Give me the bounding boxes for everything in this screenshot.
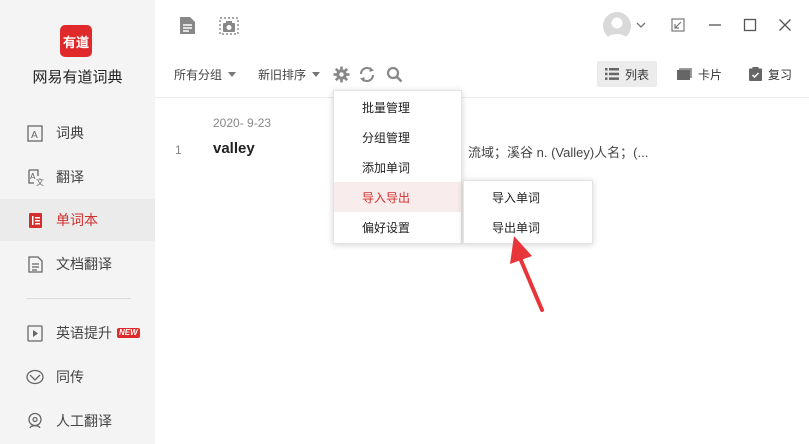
sidebar-item-label: 文档翻译 [56, 256, 112, 272]
svg-text:A: A [31, 130, 38, 141]
menu-item-import-words[interactable]: 导入单词 [464, 182, 592, 212]
sidebar-divider [26, 298, 131, 299]
screenshot-icon[interactable] [218, 14, 240, 36]
svg-text:文: 文 [36, 177, 44, 186]
card-view-button[interactable]: 卡片 [669, 61, 730, 87]
clipboard-check-icon [749, 67, 762, 81]
note-icon[interactable] [176, 14, 198, 36]
entry-definition: ；流域；溪谷 n. (Valley)人名；(... [455, 145, 649, 160]
menu-item-group-manage[interactable]: 分组管理 [334, 122, 461, 152]
translate-icon: A文 [26, 168, 44, 186]
maximize-icon[interactable] [740, 15, 760, 35]
group-select-value: 所有分组 [174, 68, 223, 82]
sort-select[interactable]: 新旧排序 [258, 66, 321, 83]
entry-date: 2020- 9-23 [213, 116, 272, 130]
user-avatar[interactable] [603, 12, 631, 40]
close-icon[interactable] [775, 15, 795, 35]
list-view-button[interactable]: 列表 [597, 61, 658, 87]
wordbook-icon [26, 211, 44, 229]
sidebar-item-human-translation[interactable]: 人工翻译 [0, 400, 155, 442]
sidebar-item-simultaneous[interactable]: 同传 [0, 356, 155, 398]
settings-menu: 批量管理 分组管理 添加单词 导入导出 偏好设置 [333, 90, 462, 244]
caret-down-icon [228, 72, 237, 77]
human-translation-icon [26, 412, 44, 430]
menu-item-preferences[interactable]: 偏好设置 [334, 212, 461, 242]
menu-item-batch-manage[interactable]: 批量管理 [334, 92, 461, 122]
sidebar-item-translate[interactable]: A文 翻译 [0, 156, 155, 198]
review-button[interactable]: 复习 [741, 61, 800, 87]
sidebar-item-label: 翻译 [56, 169, 84, 185]
sidebar-item-wordbook[interactable]: 单词本 [0, 199, 155, 241]
sidebar-item-label: 英语提升 [56, 325, 112, 341]
sort-select-value: 新旧排序 [258, 68, 307, 82]
review-label: 复习 [768, 67, 793, 82]
chevron-down-icon[interactable] [631, 15, 651, 35]
app-name: 网易有道词典 [32, 69, 123, 86]
sidebar-item-document-translate[interactable]: 文档翻译 [0, 243, 155, 285]
caret-down-icon [312, 72, 321, 77]
menu-item-add-word[interactable]: 添加单词 [334, 152, 461, 182]
app-logo: 有道 [60, 25, 92, 57]
sidebar: 有道 网易有道词典 A 词典 A文 翻译 单词本 文档翻译 英语提升 NEW 同… [0, 0, 155, 444]
mini-mode-icon[interactable] [668, 15, 688, 35]
sidebar-item-label: 同传 [56, 369, 84, 385]
minimize-icon[interactable] [705, 15, 725, 35]
sidebar-item-english-boost[interactable]: 英语提升 NEW [0, 312, 155, 354]
sidebar-item-label: 单词本 [56, 212, 98, 228]
card-icon [677, 68, 692, 80]
new-badge: NEW [117, 328, 140, 338]
list-icon [605, 68, 619, 80]
sidebar-item-label: 人工翻译 [56, 413, 112, 429]
dictionary-icon: A [26, 124, 44, 142]
sidebar-item-dictionary[interactable]: A 词典 [0, 112, 155, 154]
search-icon[interactable] [384, 64, 404, 84]
entry-index: 1 [175, 143, 182, 157]
sync-icon[interactable] [357, 64, 377, 84]
video-icon [26, 324, 44, 342]
list-view-label: 列表 [625, 67, 650, 82]
menu-item-import-export[interactable]: 导入导出 [334, 182, 461, 212]
card-view-label: 卡片 [698, 67, 723, 82]
gear-icon[interactable] [331, 64, 351, 84]
entry-word[interactable]: valley [213, 140, 255, 157]
simultaneous-icon [26, 368, 44, 386]
toolbar-divider [155, 97, 809, 98]
document-icon [26, 255, 44, 273]
sidebar-item-label: 词典 [56, 125, 84, 141]
annotation-arrow [510, 236, 544, 312]
group-select[interactable]: 所有分组 [174, 66, 237, 83]
